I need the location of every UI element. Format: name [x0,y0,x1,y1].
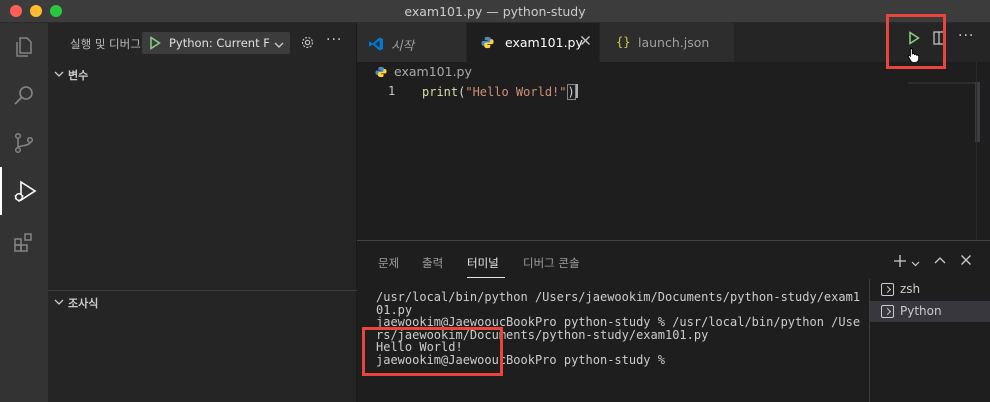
line-number: 1 [388,84,396,98]
terminal-label: Python [900,304,942,318]
tab-problems[interactable]: 문제 [378,255,399,271]
terminal-label: zsh [900,282,921,296]
run-debug-icon[interactable] [0,167,48,215]
run-debug-sidebar: 실행 및 디버그 Python: Current File ··· 변수 조사식 [48,23,357,402]
sidebar-header: 실행 및 디버그 Python: Current File ··· [48,23,357,63]
window-title: exam101.py — python-study [404,4,586,19]
sidebar-title: 실행 및 디버그 [70,37,141,51]
terminal-item-zsh[interactable]: zsh [870,279,990,300]
tab-debug-console[interactable]: 디버그 콘솔 [523,255,580,271]
tab-launch-json[interactable]: {} launch.json [600,23,735,62]
tab-output[interactable]: 출력 [422,255,443,271]
editor-scrollbar[interactable] [976,62,990,240]
code-string: "Hello World!" [465,85,567,99]
terminal-list: zsh Python [869,279,990,402]
code-close-paren: ) [566,84,576,100]
split-editor-icon[interactable] [933,31,945,48]
terminal-output[interactable]: /usr/local/bin/python /Users/jaewookim/D… [376,291,860,366]
explorer-icon[interactable] [0,23,48,71]
breadcrumb-file[interactable]: exam101.py [394,64,472,79]
code-line: print("Hello World!") [422,84,578,100]
variables-label: 변수 [68,69,89,82]
minimap-line [908,82,980,84]
more-actions-icon[interactable]: ··· [326,32,342,48]
extensions-icon[interactable] [0,219,48,267]
variables-section[interactable]: 변수 [48,63,357,85]
watch-label: 조사식 [68,297,99,310]
chevron-down-icon[interactable] [911,257,920,271]
active-tab-indicator [467,277,505,278]
vscode-logo-icon [368,36,384,55]
start-debugging-icon[interactable] [149,36,161,53]
debug-config-label: Python: Current File [169,36,269,50]
bottom-panel: 문제 출력 터미널 디버그 콘솔 /usr/local/bin/python /… [357,240,990,402]
debug-config-select[interactable]: Python: Current File [142,32,290,54]
json-braces-icon: {} [616,35,631,49]
maximize-panel-icon[interactable] [934,255,946,269]
tab-label: 시작 [391,38,415,53]
more-actions-icon[interactable]: ··· [958,28,974,44]
tab-label: launch.json [638,35,710,50]
terminal-icon [881,305,894,318]
editor-tabs: 시작 exam101.py {} launch.json [357,23,990,62]
close-icon[interactable] [960,254,972,269]
watch-section[interactable]: 조사식 [48,290,357,312]
terminal-icon [881,283,894,296]
text-cursor [575,84,578,98]
chevron-down-icon [54,68,64,82]
close-icon[interactable] [580,35,591,49]
code-function: print [422,85,459,99]
activity-bar [0,23,48,402]
python-icon [375,66,387,81]
tab-label: exam101.py [505,35,583,50]
gear-icon[interactable] [300,35,315,53]
breadcrumb: exam101.py [357,62,990,82]
new-terminal-icon[interactable] [893,254,907,271]
search-icon[interactable] [0,71,48,119]
run-python-file-icon[interactable] [908,31,920,48]
tab-terminal[interactable]: 터미널 [467,255,499,271]
tab-welcome[interactable]: 시작 [357,23,467,62]
chevron-down-icon [274,38,284,52]
code-editor[interactable]: 1 print("Hello World!") [357,82,990,240]
python-icon [481,36,494,52]
source-control-icon[interactable] [0,119,48,167]
terminal-item-python[interactable]: Python [870,301,990,322]
chevron-down-icon [54,296,64,310]
tab-exam101-py[interactable]: exam101.py [467,23,600,62]
title-bar: exam101.py — python-study [0,0,990,23]
